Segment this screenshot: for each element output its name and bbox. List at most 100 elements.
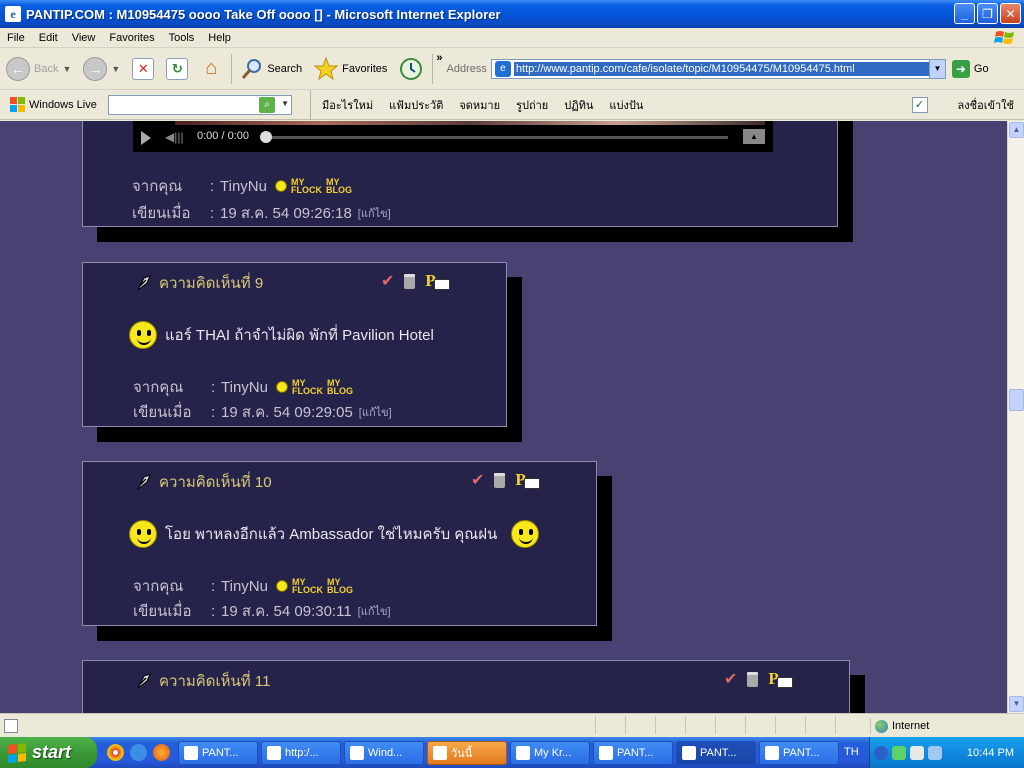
go-button[interactable]: ➜ Go — [951, 59, 989, 78]
fullscreen-icon[interactable]: ▲ — [743, 129, 765, 144]
firefox-icon[interactable] — [153, 744, 170, 761]
menu-file[interactable]: File — [0, 32, 32, 44]
scroll-down-icon[interactable]: ▼ — [1009, 696, 1024, 712]
trash-icon[interactable] — [404, 273, 416, 289]
clock[interactable]: 10:44 PM — [967, 747, 1014, 759]
ie-icon[interactable] — [130, 744, 147, 761]
search-button[interactable]: Search — [235, 51, 308, 87]
title-bar[interactable]: e PANTIP.COM : M10954475 oooo Take Off o… — [0, 0, 1024, 28]
approve-check-icon[interactable]: ✔ — [724, 669, 737, 689]
play-icon[interactable] — [141, 131, 151, 145]
forward-button[interactable]: → ▼ — [77, 51, 126, 87]
history-button[interactable] — [393, 51, 429, 87]
edit-link[interactable]: [แก้ไข] — [359, 403, 392, 421]
live-link-share[interactable]: แบ่งปัน — [601, 96, 651, 114]
address-label: Address — [446, 62, 487, 75]
comment-number: ความคิดเห็นที่ 9 — [159, 275, 264, 292]
from-label: จากคุณ — [133, 379, 184, 396]
refresh-icon: ↻ — [166, 57, 189, 80]
maximize-button[interactable]: ❐ — [977, 3, 998, 24]
comment-post-10: ความคิดเห็นที่ 10 ✔ P โอย พาหลงอีกแล้ว A… — [82, 461, 597, 626]
live-link-whats-new[interactable]: มีอะไรใหม่ — [314, 96, 381, 114]
edit-link[interactable]: [แก้ไข] — [358, 602, 391, 620]
menu-favorites[interactable]: Favorites — [102, 32, 161, 44]
quill-icon — [137, 474, 151, 490]
seek-handle[interactable] — [260, 131, 272, 143]
chrome-icon[interactable] — [107, 744, 124, 761]
language-indicator[interactable]: TH — [844, 746, 859, 758]
start-button[interactable]: start — [0, 737, 97, 768]
taskbar-item-windows[interactable]: Wind... — [344, 740, 424, 765]
sign-in-link[interactable]: ลงชื่อเข้าใช้ — [958, 96, 1014, 114]
close-button[interactable]: ✕ — [1000, 3, 1021, 24]
author-name[interactable]: TinyNu — [221, 379, 268, 396]
ie-icon — [184, 745, 198, 760]
stop-button[interactable]: ✕ — [126, 51, 160, 87]
vertical-scrollbar[interactable]: ▲ ▼ — [1007, 121, 1024, 713]
favorites-button[interactable]: Favorites — [308, 51, 393, 87]
live-link-photos[interactable]: รูปถ่าย — [508, 96, 556, 114]
trash-icon[interactable] — [494, 472, 506, 488]
windows-live-logo[interactable]: Windows Live — [10, 97, 108, 112]
private-message-icon[interactable]: P — [425, 271, 450, 291]
security-zone[interactable]: Internet — [870, 718, 929, 734]
page-status-icon — [4, 718, 18, 733]
refresh-button[interactable]: ↻ — [160, 51, 194, 87]
live-link-profile[interactable]: แฟ้มประวัติ — [381, 96, 451, 114]
search-icon[interactable]: ⌕ — [259, 96, 275, 113]
minimize-button[interactable]: _ — [954, 3, 975, 24]
author-name[interactable]: TinyNu — [221, 578, 268, 595]
chevron-down-icon[interactable]: ▼ — [111, 64, 120, 74]
menu-view[interactable]: View — [65, 32, 103, 44]
comment-heading: ความคิดเห็นที่ 9 — [135, 271, 263, 295]
address-input[interactable]: http://www.pantip.com/cafe/isolate/topic… — [513, 61, 929, 76]
private-message-icon[interactable]: P — [515, 470, 540, 490]
approve-check-icon[interactable]: ✔ — [381, 271, 394, 291]
scroll-up-icon[interactable]: ▲ — [1009, 122, 1024, 138]
taskbar-item-http[interactable]: http:/... — [261, 740, 341, 765]
volume-icon[interactable]: ◀||| — [165, 130, 184, 144]
taskbar-item-pantip-1[interactable]: PANT... — [178, 740, 258, 765]
menu-help[interactable]: Help — [201, 32, 238, 44]
author-name[interactable]: TinyNu — [220, 178, 267, 195]
ie-icon — [682, 745, 696, 760]
myblog-badge[interactable]: MY BLOG — [326, 178, 352, 195]
home-button[interactable]: ⌂ — [194, 51, 228, 87]
myflock-badge[interactable]: MY FLOCK — [292, 379, 323, 396]
taskbar-item-mykr[interactable]: My Kr... — [510, 740, 590, 765]
scroll-thumb[interactable] — [1009, 389, 1024, 411]
monitor-icon[interactable] — [928, 745, 942, 760]
menu-tools[interactable]: Tools — [162, 32, 202, 44]
checkmark-icon[interactable]: ✓ — [911, 97, 928, 113]
menu-edit[interactable]: Edit — [32, 32, 65, 44]
myflock-badge[interactable]: MY FLOCK — [291, 178, 322, 195]
comment-body: โอย พาหลงอีกแล้ว Ambassador ใช่ไหมครับ ค… — [129, 520, 540, 548]
address-dropdown-icon[interactable]: ▼ — [928, 59, 945, 78]
trash-icon[interactable] — [747, 671, 759, 687]
start-label: start — [32, 742, 72, 762]
comment-actions: ✔ P — [381, 271, 450, 291]
approve-check-icon[interactable]: ✔ — [471, 470, 484, 490]
network-icon[interactable] — [892, 745, 906, 760]
author-row: จากคุณ : TinyNu MY FLOCK MY BLOG — [132, 174, 352, 198]
taskbar-item-pantip-active[interactable]: PANT... — [676, 740, 756, 765]
taskbar-item-today[interactable]: วันนี้ — [427, 740, 507, 765]
live-link-calendar[interactable]: ปฏิทิน — [556, 96, 601, 114]
toolbar-overflow-chevron[interactable]: » — [436, 52, 442, 64]
myblog-badge[interactable]: MY BLOG — [327, 379, 353, 396]
tray-expand-icon[interactable] — [874, 745, 888, 760]
taskbar-item-pantip-2[interactable]: PANT... — [593, 740, 673, 765]
chevron-down-icon[interactable]: ▼ — [62, 64, 71, 74]
chevron-down-icon[interactable]: ▼ — [281, 99, 289, 108]
live-link-mail[interactable]: จดหมาย — [451, 96, 508, 114]
live-search-input[interactable]: ⌕ ▼ — [108, 94, 292, 115]
address-bar[interactable]: e http://www.pantip.com/cafe/isolate/top… — [490, 58, 946, 79]
volume-icon[interactable] — [910, 745, 924, 760]
edit-link[interactable]: [แก้ไข] — [358, 204, 391, 222]
seek-track[interactable] — [263, 136, 728, 139]
myblog-badge[interactable]: MY BLOG — [327, 578, 353, 595]
private-message-icon[interactable]: P — [768, 669, 793, 689]
taskbar-item-pantip-3[interactable]: PANT... — [759, 740, 839, 765]
back-button[interactable]: ← Back ▼ — [0, 51, 77, 87]
myflock-badge[interactable]: MY FLOCK — [292, 578, 323, 595]
